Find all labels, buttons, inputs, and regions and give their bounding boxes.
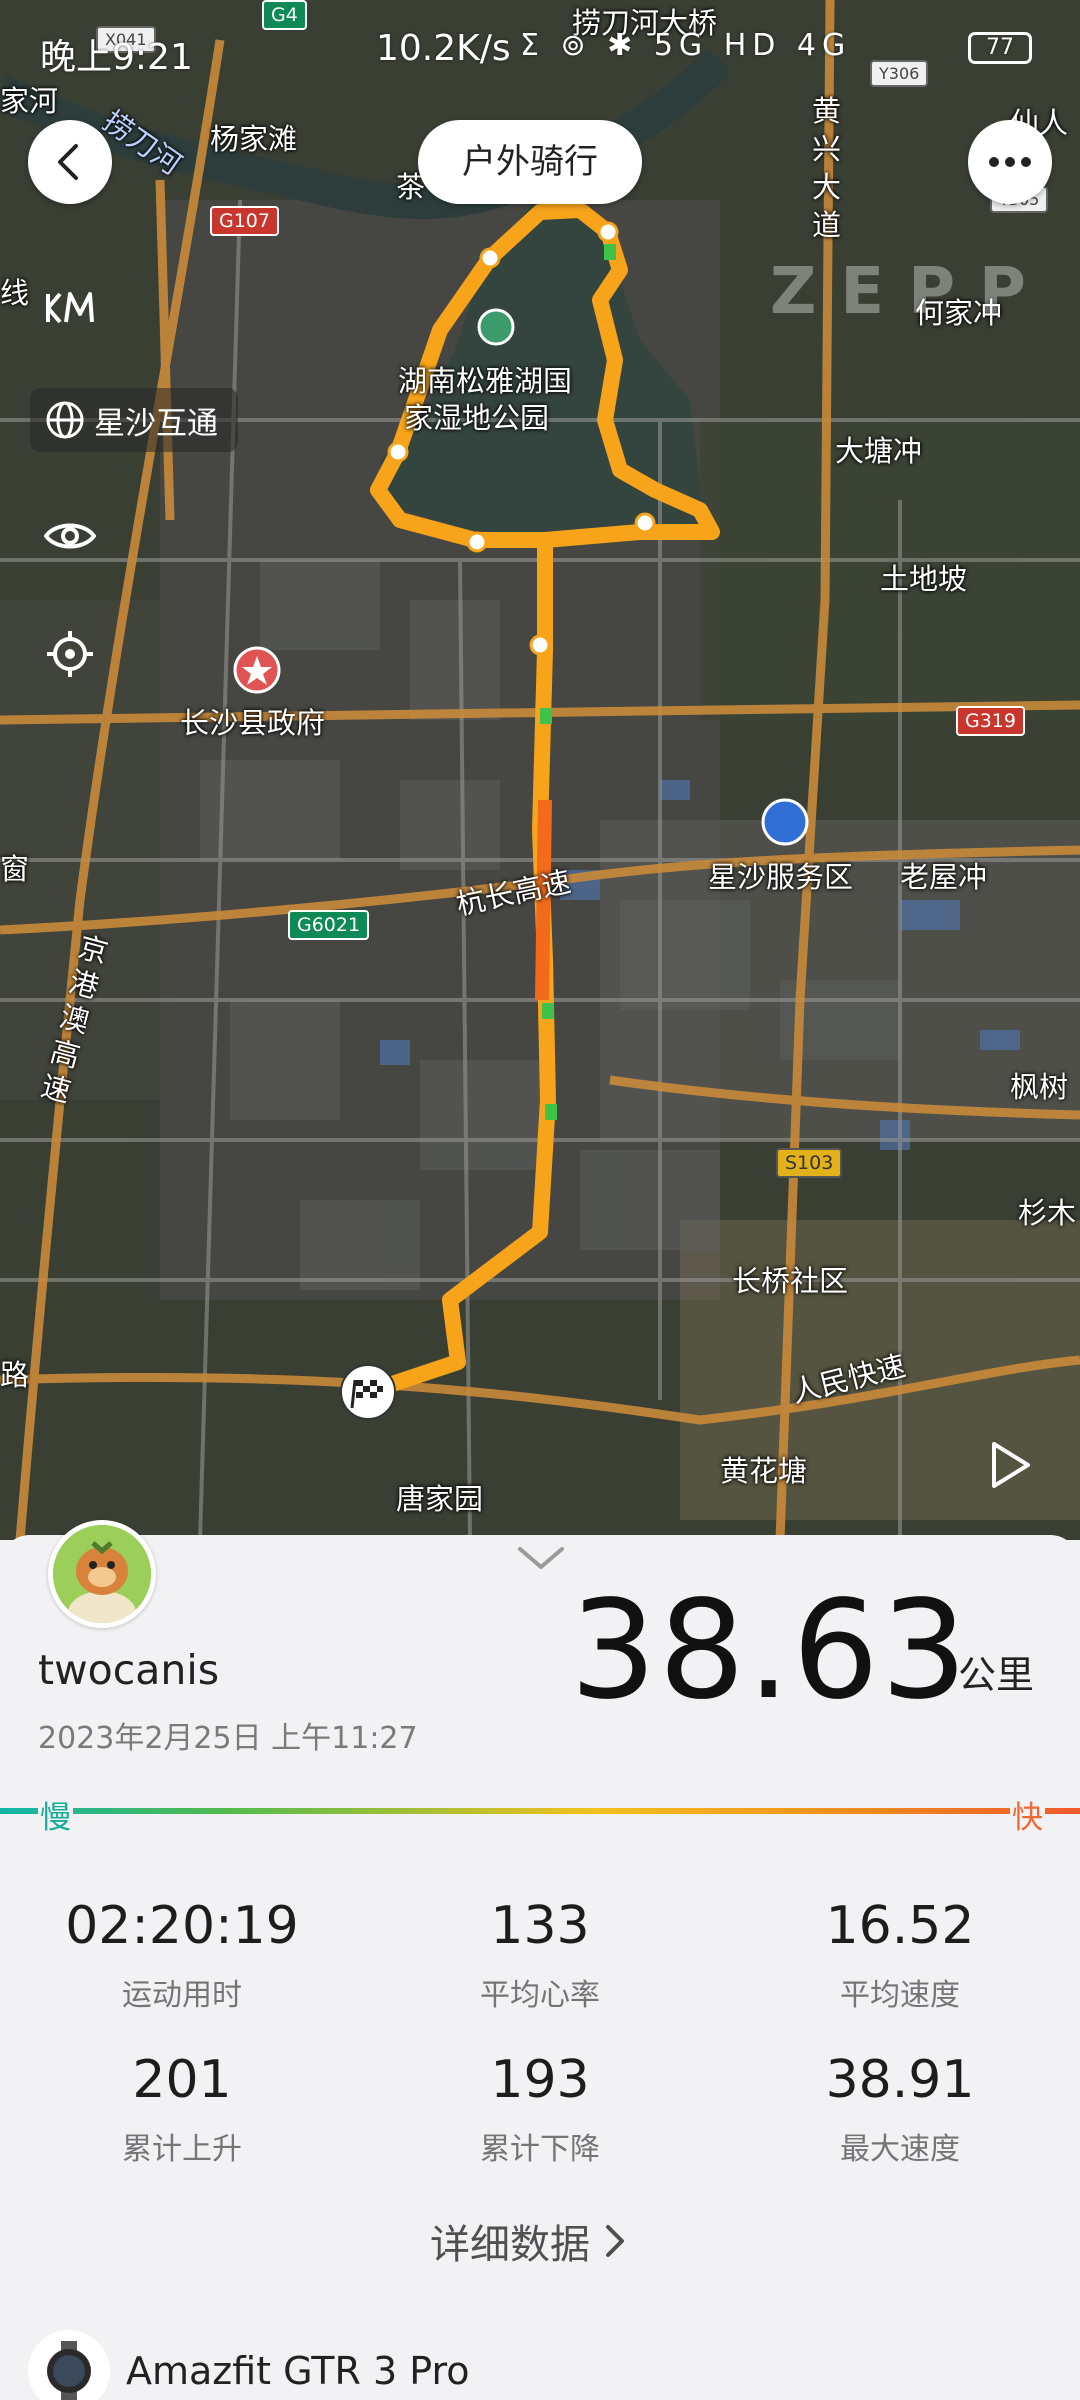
device-name: Amazfit GTR 3 Pro (126, 2349, 470, 2393)
distance-value: 38.63 (570, 1572, 970, 1730)
stat-label: 运动用时 (122, 1978, 242, 2013)
map-label-service-area: 星沙服务区 (708, 860, 854, 894)
detailed-data-link[interactable]: 详细数据 (430, 2212, 626, 2270)
map-label-chuang: 窗 (0, 852, 30, 886)
cartoon-avatar-icon (53, 1525, 151, 1623)
map-label-lu: 路 (0, 1358, 30, 1392)
workout-datetime: 2023年2月25日 上午11:27 (38, 1721, 418, 1756)
map-label-park-2: 家湿地公园 (404, 401, 550, 435)
pace-gradient-bar (0, 1808, 1080, 1814)
chevron-down-icon (518, 1547, 564, 1569)
pace-fast-label: 快 (1010, 1792, 1045, 1837)
stat-label: 累计上升 (122, 2132, 242, 2167)
km-marker-icon (46, 292, 94, 324)
road-tag-g6021: G6021 (288, 910, 370, 940)
stat-value: 201 (132, 2050, 232, 2110)
detailed-data-label: 详细数据 (430, 2222, 590, 2268)
status-bar: 晚上9:21 10.2K/s Σ ⊚ ✱ 5G HD 4G 77 (0, 0, 1080, 96)
stat-value: 133 (490, 1896, 590, 1956)
status-net-speed: 10.2K/s (376, 28, 511, 69)
stat-label: 最大速度 (840, 2132, 960, 2167)
back-button[interactable] (28, 120, 112, 204)
stat-label: 平均心率 (480, 1978, 600, 2013)
stat-value: 16.52 (825, 1896, 975, 1956)
page-title: 户外骑行 (418, 120, 642, 204)
battery-icon: 77 (968, 32, 1032, 64)
stat-total-descent: 193 累计下降 (390, 2050, 690, 2168)
pace-slow-label: 慢 (38, 1792, 73, 1837)
map-layer-selector[interactable]: 星沙互通 (30, 388, 238, 452)
distance-unit: 公里 (958, 1653, 1035, 1697)
crosshair-icon (47, 631, 93, 677)
play-icon (992, 1442, 1030, 1488)
zepp-watermark: ZEPP (770, 255, 1050, 329)
road-tag-s103: S103 (776, 1148, 843, 1178)
stat-value: 02:20:19 (65, 1896, 299, 1956)
map-label-park-1: 湖南松雅湖国 (398, 364, 573, 398)
road-tag-g107: G107 (210, 206, 279, 236)
stat-label: 累计下降 (480, 2132, 600, 2167)
map-label-huangxing: 黄兴大道 (812, 94, 842, 242)
map-label-yangjiatan: 杨家滩 (210, 122, 298, 156)
stat-value: 193 (490, 2050, 590, 2110)
map-label-datangchong: 大塘冲 (835, 434, 923, 468)
more-dots-icon (989, 157, 1031, 167)
avatar[interactable] (48, 1520, 156, 1628)
stat-avg-heart-rate: 133 平均心率 (390, 1896, 690, 2014)
username: twocanis (38, 1646, 220, 1694)
road-tag-g319: G319 (956, 706, 1025, 736)
stat-max-speed: 38.91 最大速度 (750, 2050, 1050, 2168)
more-options-button[interactable] (968, 120, 1052, 204)
map-label-fengshu: 枫树 (1010, 1070, 1069, 1104)
chevron-right-icon (606, 2225, 624, 2257)
map-layer-label: 星沙互通 (94, 405, 218, 442)
watch-icon (28, 2330, 110, 2400)
map-label-changqiao: 长桥社区 (732, 1264, 849, 1298)
collapse-sheet-button[interactable] (516, 1545, 566, 1575)
visibility-toggle-button[interactable] (30, 496, 110, 576)
status-time: 晚上9:21 (40, 37, 193, 78)
stat-total-ascent: 201 累计上升 (32, 2050, 332, 2168)
map-label-xian: 线 (0, 276, 30, 310)
map-label-laowuchong: 老屋冲 (900, 860, 988, 894)
stat-duration: 02:20:19 运动用时 (32, 1896, 332, 2014)
eye-icon (44, 523, 96, 549)
map-label-shanmu: 杉木 (1018, 1196, 1077, 1230)
measure-toggle-button[interactable] (30, 268, 110, 348)
chevron-left-icon (58, 144, 78, 180)
map-label-government: 长沙县政府 (180, 706, 326, 740)
stat-avg-speed: 16.52 平均速度 (750, 1896, 1050, 2014)
play-track-button[interactable] (988, 1440, 1032, 1494)
satellite-map (0, 0, 1080, 1540)
map-label-huanghuatang: 黄花塘 (720, 1454, 808, 1488)
stat-value: 38.91 (825, 2050, 975, 2110)
map-label-tangjiayuan: 唐家园 (396, 1482, 484, 1516)
stat-label: 平均速度 (840, 1978, 960, 2013)
status-indicator-icons: Σ ⊚ ✱ 5G HD 4G (520, 28, 852, 63)
map-label-tudipo: 土地坡 (880, 562, 968, 596)
route-map[interactable]: 捞刀河大桥 捞刀河 杨家滩 家河 茶 湖南松雅湖国 家湿地公园 黄兴大道 何家冲… (0, 0, 1080, 1540)
device-row[interactable]: Amazfit GTR 3 Pro (28, 2330, 469, 2400)
locate-button[interactable] (30, 614, 110, 694)
globe-icon (46, 401, 84, 439)
